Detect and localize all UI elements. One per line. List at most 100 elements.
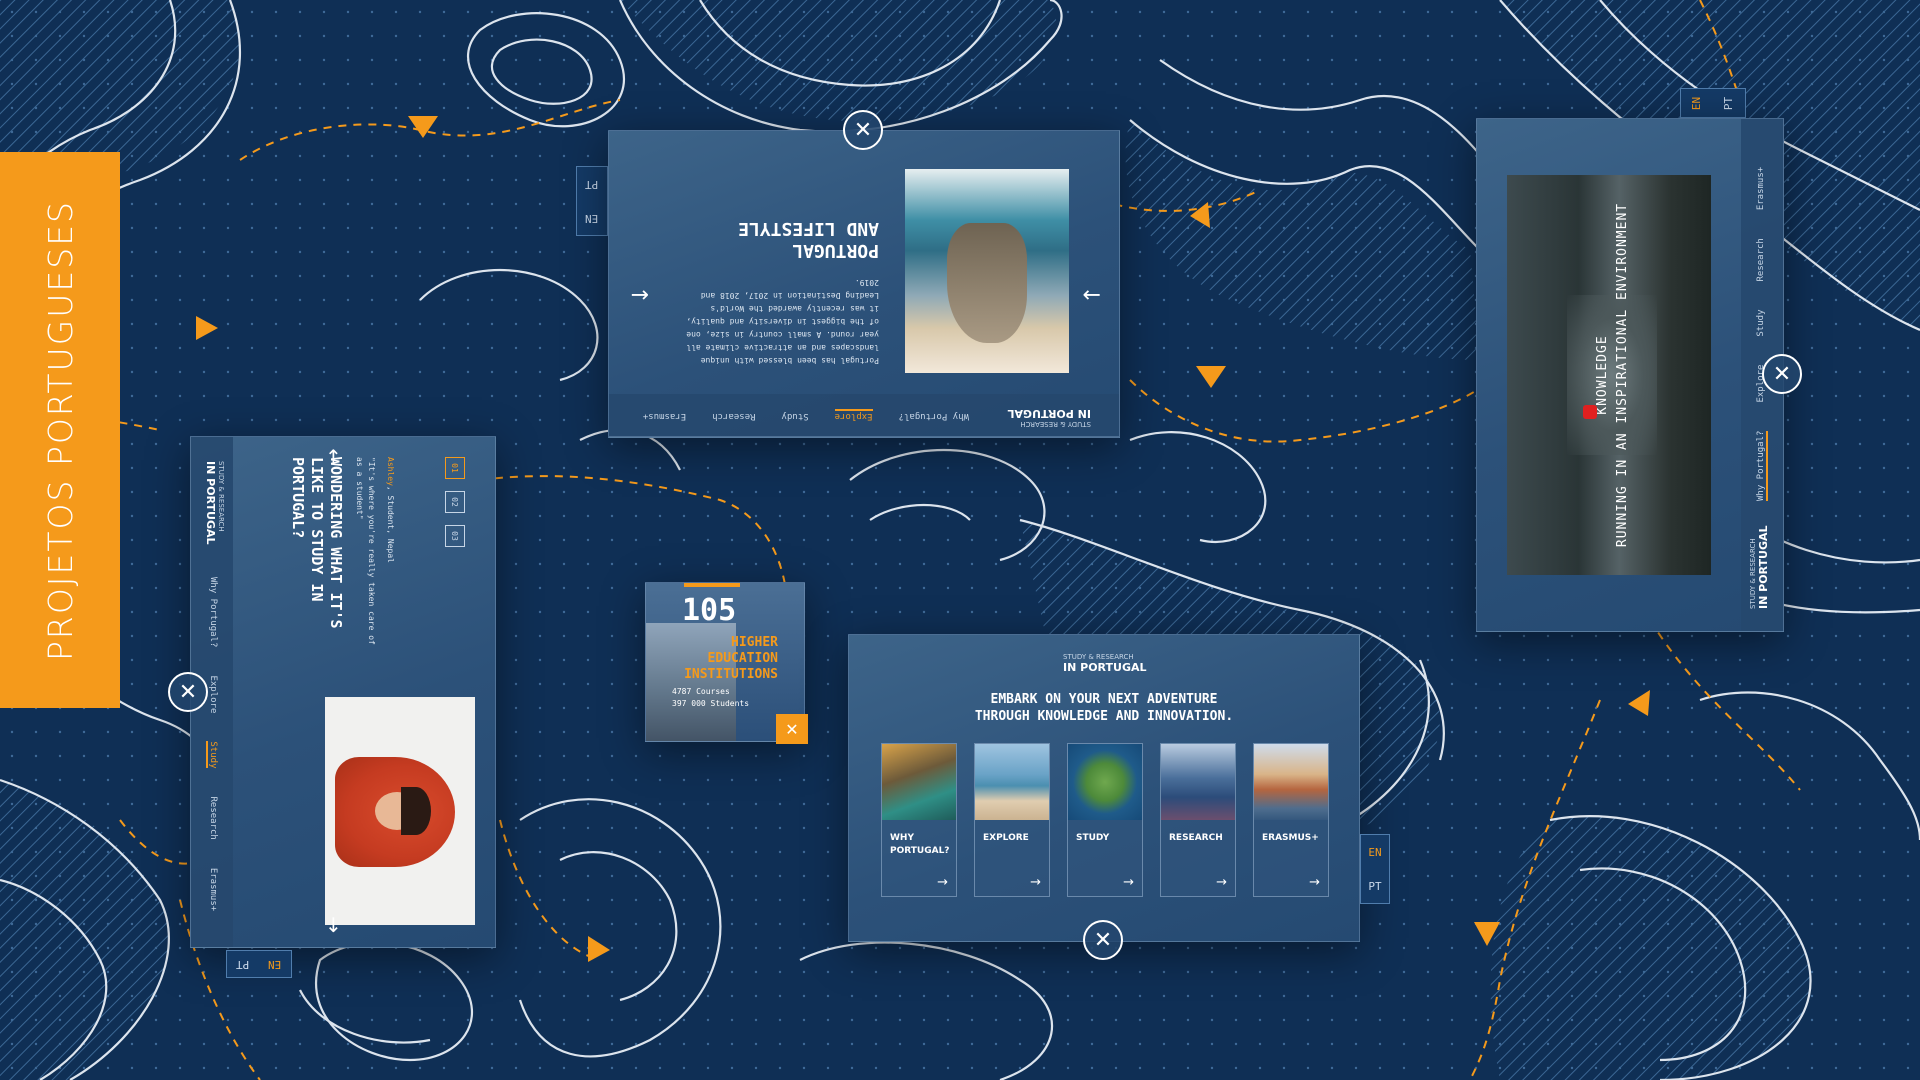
embark-headline: EMBARK ON YOUR NEXT ADVENTURE THROUGH KN… xyxy=(849,691,1359,725)
stat-number: 105 xyxy=(682,593,737,628)
card-study-image xyxy=(1068,744,1142,820)
language-switch-lifestyle[interactable]: PT EN xyxy=(576,166,608,236)
card-explore[interactable]: EXPLORE → xyxy=(974,743,1050,897)
lifestyle-panel: STUDY & RESEARCH IN PORTUGAL Why Portuga… xyxy=(608,130,1120,438)
card-study[interactable]: STUDY → xyxy=(1067,743,1143,897)
brand-big: IN PORTUGAL xyxy=(1007,407,1091,420)
lifestyle-title-line2: AND LIFESTYLE xyxy=(738,218,879,239)
card-why-portugal[interactable]: WHY PORTUGAL? → xyxy=(881,743,957,897)
stat-label: HIGHER EDUCATION INSTITUTIONS xyxy=(684,635,778,683)
embark-brand-big: IN PORTUGAL xyxy=(1063,661,1147,674)
card-research-image xyxy=(1161,744,1235,820)
card-explore-line1: EXPLORE xyxy=(983,833,1029,843)
wondering-down-arrow[interactable]: ↓ xyxy=(325,913,342,937)
nav-research[interactable]: Research xyxy=(712,409,755,421)
card-why-portugal-image xyxy=(882,744,956,820)
card-why-portugal-arrow[interactable]: → xyxy=(937,875,948,890)
video-rotated-content: STUDY & RESEARCH IN PORTUGAL Why Portuga… xyxy=(1477,119,1784,631)
card-explore-label: EXPLORE xyxy=(983,832,1029,845)
side-banner: PROJETOS PORTUGUESES xyxy=(0,152,120,708)
wondering-author-meta: , Student, Nepal xyxy=(386,485,395,563)
wondering-quote: "It's where you're really taken care of … xyxy=(355,457,376,645)
wondering-pager: 01 02 03 xyxy=(445,457,465,547)
card-explore-image xyxy=(975,744,1049,820)
lang-en-4[interactable]: EN xyxy=(1691,96,1704,109)
card-erasmus[interactable]: ERASMUS+ → xyxy=(1253,743,1329,897)
nav-research-4[interactable]: Research xyxy=(1756,238,1768,281)
wondering-author: Ashley, Student, Nepal xyxy=(386,457,395,563)
nav-why-portugal-2[interactable]: Why Portugal? xyxy=(206,577,218,647)
page-01[interactable]: 01 xyxy=(445,457,465,479)
nav-erasmus-4[interactable]: Erasmus+ xyxy=(1756,167,1768,210)
lang-en-3[interactable]: EN xyxy=(1368,846,1381,859)
nav-study[interactable]: Study xyxy=(782,409,809,421)
video-panel: STUDY & RESEARCH IN PORTUGAL Why Portuga… xyxy=(1476,118,1784,632)
card-research-arrow[interactable]: → xyxy=(1216,875,1227,890)
brand-logo: STUDY & RESEARCH IN PORTUGAL xyxy=(1007,407,1091,428)
nav-study-4[interactable]: Study xyxy=(1756,310,1768,337)
nav-explore[interactable]: Explore xyxy=(834,409,873,421)
card-research-label: RESEARCH xyxy=(1169,832,1223,845)
wondering-rotated-content: STUDY & RESEARCH IN PORTUGAL Why Portuga… xyxy=(190,437,495,947)
play-icon[interactable] xyxy=(1583,405,1597,419)
language-switch-video[interactable]: EN PT xyxy=(1680,88,1746,118)
stat-label-line2: EDUCATION xyxy=(707,651,778,666)
card-erasmus-image xyxy=(1254,744,1328,820)
stat-students: 397 000 Students xyxy=(672,699,750,708)
cliff-beach-photo xyxy=(905,169,1069,373)
nav-why-portugal[interactable]: Why Portugal? xyxy=(899,409,969,421)
embark-headline-line2: THROUGH KNOWLEDGE AND INNOVATION. xyxy=(974,709,1234,724)
lang-en[interactable]: EN xyxy=(585,212,598,225)
side-banner-title: PROJETOS PORTUGUESES xyxy=(40,199,80,661)
embark-brand: STUDY & RESEARCH IN PORTUGAL xyxy=(1063,653,1147,674)
lang-en-2[interactable]: EN xyxy=(268,958,281,971)
lifestyle-prev-arrow[interactable]: ← xyxy=(631,282,649,307)
video-caption-line1: KNOWLEDGE xyxy=(1595,335,1610,415)
stat-courses: 4787 Courses xyxy=(672,687,730,696)
card-study-arrow[interactable]: → xyxy=(1123,875,1134,890)
card-research-line1: RESEARCH xyxy=(1169,833,1223,843)
video-brand-small: STUDY & RESEARCH xyxy=(1749,538,1757,609)
wondering-title: WONDERING WHAT IT'S LIKE TO STUDY IN POR… xyxy=(289,457,345,629)
stat-label-line3: INSTITUTIONS xyxy=(684,667,778,682)
stat-close-button[interactable]: ✕ xyxy=(776,714,808,744)
page-03[interactable]: 03 xyxy=(445,525,465,547)
video-close-button[interactable]: ✕ xyxy=(1762,354,1802,394)
card-explore-arrow[interactable]: → xyxy=(1030,875,1041,890)
lang-pt-2[interactable]: PT xyxy=(236,958,249,971)
wondering-brand-small: STUDY & RESEARCH xyxy=(217,461,225,532)
nav-erasmus[interactable]: Erasmus+ xyxy=(643,409,686,421)
nav-erasmus-2[interactable]: Erasmus+ xyxy=(206,868,218,911)
card-why-portugal-line1: WHY xyxy=(890,833,914,843)
brand-small: STUDY & RESEARCH xyxy=(1020,420,1091,428)
wondering-author-name: Ashley xyxy=(386,457,395,486)
video-landscape-thumbnail[interactable]: KNOWLEDGE RUNNING IN AN INSPIRATIONAL EN… xyxy=(1507,175,1711,575)
card-why-portugal-line2: PORTUGAL? xyxy=(890,846,950,856)
wondering-panel: STUDY & RESEARCH IN PORTUGAL Why Portuga… xyxy=(190,436,496,948)
language-switch-embark[interactable]: EN PT xyxy=(1360,834,1390,904)
lifestyle-nav-menu: Why Portugal? Explore Study Research Era… xyxy=(643,409,969,421)
nav-why-portugal-4[interactable]: Why Portugal? xyxy=(1756,430,1768,501)
embark-brand-small: STUDY & RESEARCH xyxy=(1063,653,1134,661)
embark-close-button[interactable]: ✕ xyxy=(1083,920,1123,960)
page-02[interactable]: 02 xyxy=(445,491,465,513)
lifestyle-body: Portugal has been blessed with unique la… xyxy=(686,278,879,365)
video-caption-line2: RUNNING IN AN INSPIRATIONAL ENVIRONMENT xyxy=(1615,202,1630,548)
lang-pt-4[interactable]: PT xyxy=(1723,96,1736,109)
video-brand: STUDY & RESEARCH IN PORTUGAL xyxy=(1749,525,1770,609)
lang-pt[interactable]: PT xyxy=(585,178,598,191)
nav-study-2[interactable]: Study xyxy=(206,741,218,769)
lifestyle-next-arrow[interactable]: → xyxy=(1083,282,1101,307)
card-erasmus-arrow[interactable]: → xyxy=(1309,875,1320,890)
wondering-up-arrow[interactable]: ↑ xyxy=(325,445,342,469)
lang-pt-3[interactable]: PT xyxy=(1368,880,1381,893)
nav-research-2[interactable]: Research xyxy=(206,796,218,839)
wondering-brand-big: IN PORTUGAL xyxy=(204,461,217,545)
language-switch-wondering[interactable]: PT EN xyxy=(226,950,292,978)
wondering-close-button[interactable]: ✕ xyxy=(168,672,208,712)
video-caption: KNOWLEDGE RUNNING IN AN INSPIRATIONAL EN… xyxy=(1593,175,1633,575)
lifestyle-close-button[interactable]: ✕ xyxy=(843,110,883,150)
card-erasmus-label: ERASMUS+ xyxy=(1262,832,1319,845)
wondering-brand: STUDY & RESEARCH IN PORTUGAL xyxy=(204,461,225,545)
card-research[interactable]: RESEARCH → xyxy=(1160,743,1236,897)
